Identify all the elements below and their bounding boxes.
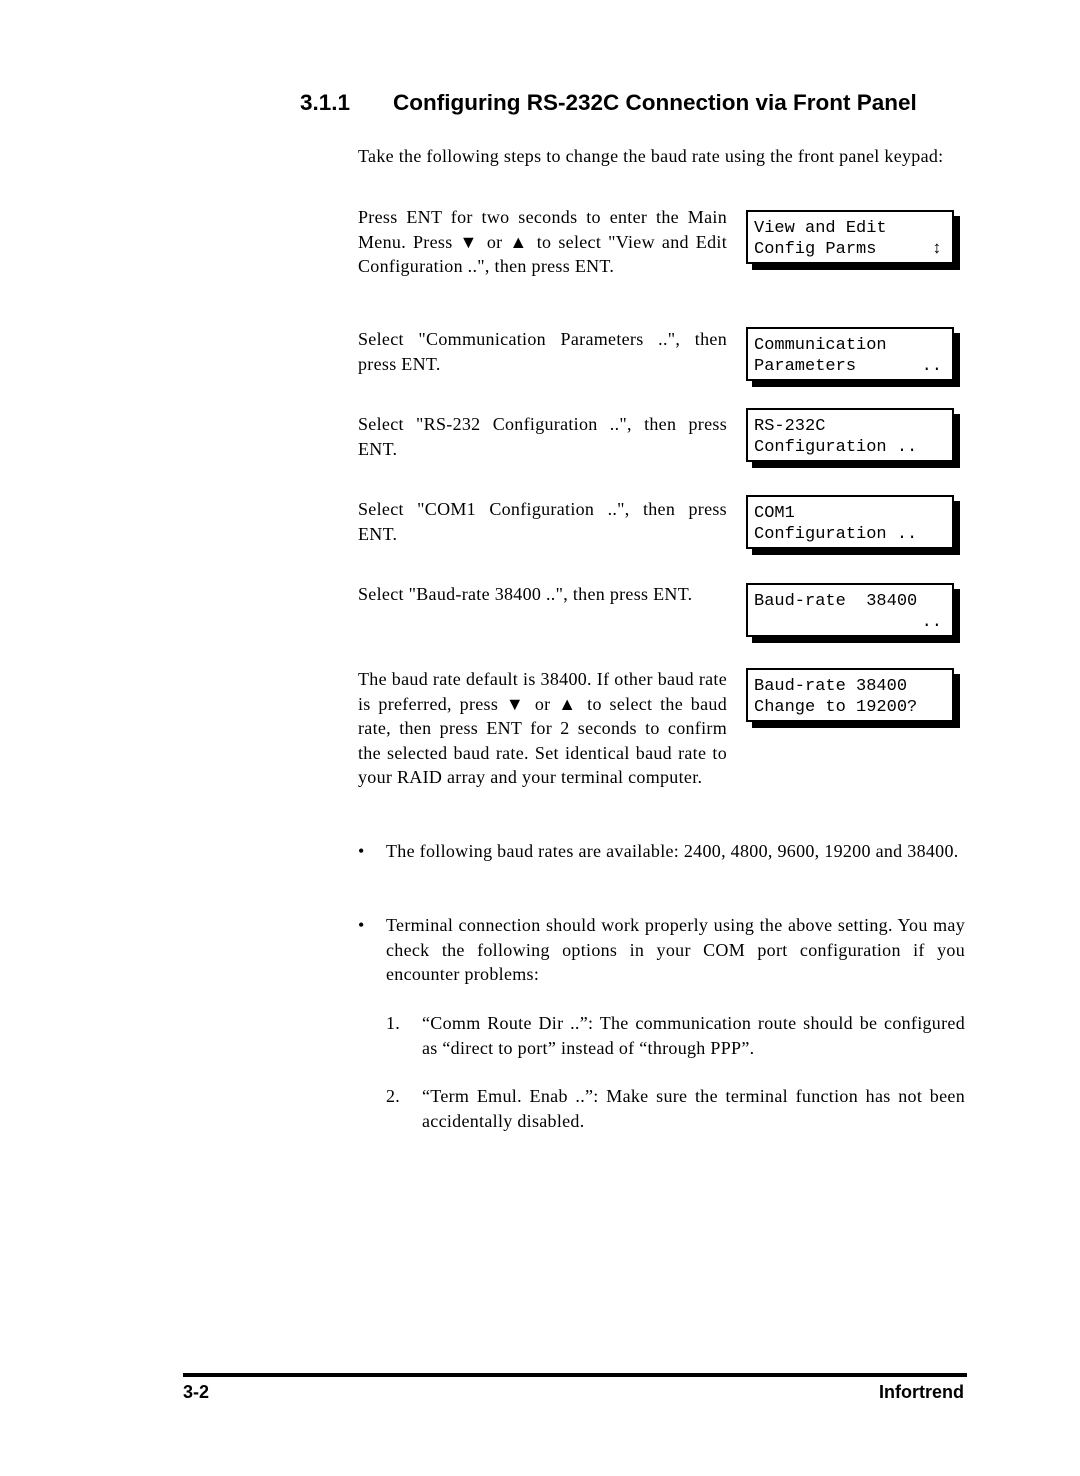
lcd-display: RS-232C Configuration ..	[746, 408, 954, 462]
bullet-icon: •	[358, 915, 365, 935]
item-number: 2.	[386, 1086, 401, 1106]
lcd-line: Change to 19200?	[754, 697, 952, 718]
lcd-line: Baud-rate 38400	[754, 591, 952, 612]
lcd-text: Configuration ..	[754, 525, 918, 544]
bullet-item: • The following baud rates are available:…	[358, 839, 965, 864]
step-text: Press ENT for two seconds to enter the M…	[358, 207, 727, 276]
lcd-text: Config Parms	[754, 240, 877, 259]
footer-brand: Infortrend	[879, 1382, 964, 1402]
lcd-indicator: ..	[921, 613, 942, 632]
numbered-item: 1. “Comm Route Dir ..”: The communication…	[386, 1011, 965, 1060]
lcd-line: Baud-rate 38400	[754, 676, 952, 697]
step-text: Select "Communication Parameters ..", th…	[358, 329, 727, 374]
lcd-text: Communication	[754, 336, 887, 355]
lcd-indicator: ..	[921, 357, 942, 376]
lcd-text: Baud-rate 38400	[754, 677, 908, 696]
lcd-text: View and Edit	[754, 219, 887, 238]
lcd-line: Configuration ..	[754, 524, 952, 545]
lcd-display: Communication Parameters..	[746, 327, 954, 381]
lcd-line: View and Edit	[754, 218, 952, 239]
lcd-text: RS-232C	[754, 417, 826, 436]
section-number: 3.1.1	[300, 90, 351, 115]
lcd-text: COM1	[754, 504, 795, 523]
lcd-display: Baud-rate 38400..	[746, 583, 954, 637]
step-text: Select "Baud-rate 38400 ..", then press …	[358, 584, 693, 604]
lcd-line: Config Parms ↕	[754, 239, 952, 260]
section-heading: 3.1.1 Configuring RS-232C Connection via …	[300, 90, 917, 116]
bullet-item: • Terminal connection should work properl…	[358, 913, 965, 987]
item-text: “Comm Route Dir ..”: The communication r…	[422, 1013, 965, 1058]
lcd-line: Configuration ..	[754, 437, 952, 458]
footer-rule	[183, 1373, 967, 1377]
lcd-line: ..	[754, 612, 952, 633]
bullet-icon: •	[358, 841, 365, 861]
item-number: 1.	[386, 1013, 401, 1033]
step-text: Select "RS-232 Configuration ..", then p…	[358, 414, 727, 459]
lcd-display: View and Edit Config Parms ↕	[746, 210, 954, 264]
intro-paragraph: Take the following steps to change the b…	[358, 146, 944, 166]
section-title: Configuring RS-232C Connection via Front…	[393, 90, 917, 115]
lcd-text: Change to 19200?	[754, 698, 918, 717]
lcd-indicator: ↕	[931, 240, 942, 259]
lcd-text: Configuration ..	[754, 438, 918, 457]
page-number: 3-2	[183, 1382, 210, 1402]
step-text: Select "COM1 Configuration ..", then pre…	[358, 499, 727, 544]
lcd-line: Parameters..	[754, 356, 952, 377]
numbered-item: 2. “Term Emul. Enab ..”: Make sure the te…	[386, 1084, 965, 1133]
step-text: The baud rate default is 38400. If other…	[358, 669, 727, 787]
lcd-line: COM1	[754, 503, 952, 524]
lcd-text: Baud-rate 38400	[754, 592, 918, 611]
lcd-display: Baud-rate 38400 Change to 19200?	[746, 668, 954, 722]
bullet-text: The following baud rates are available: …	[386, 841, 959, 861]
bullet-text: Terminal connection should work properly…	[386, 915, 965, 984]
lcd-line: Communication	[754, 335, 952, 356]
lcd-line: RS-232C	[754, 416, 952, 437]
lcd-display: COM1 Configuration ..	[746, 495, 954, 549]
lcd-text: Parameters	[754, 357, 857, 376]
item-text: “Term Emul. Enab ..”: Make sure the term…	[422, 1086, 965, 1131]
